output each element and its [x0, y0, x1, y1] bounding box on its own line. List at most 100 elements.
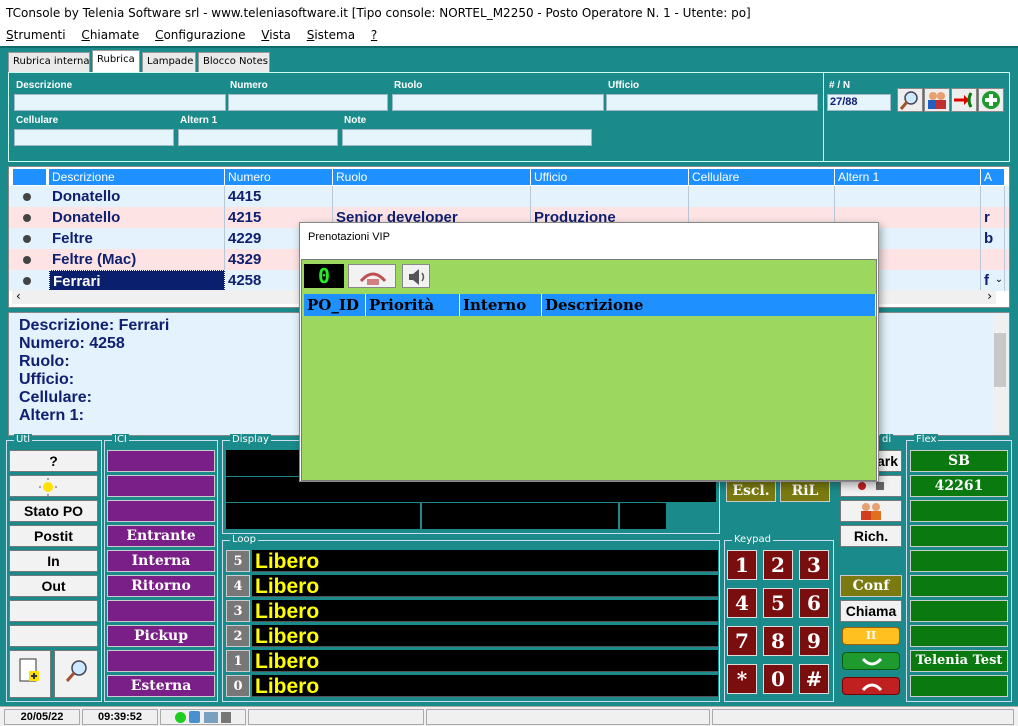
tab-rubrica-interna[interactable]: Rubrica interna — [8, 52, 90, 72]
vip-header-descrizione[interactable]: Descrizione — [542, 294, 876, 316]
search-descrizione-input[interactable] — [14, 94, 226, 111]
search-note-input[interactable] — [342, 129, 592, 146]
scroll-left-icon[interactable]: ‹ — [16, 289, 21, 303]
table-header-ruolo[interactable]: Ruolo — [333, 169, 531, 185]
search-cellulare-input[interactable] — [14, 129, 174, 146]
conf-button[interactable]: Conf — [840, 575, 902, 597]
ici-button-empty[interactable] — [107, 500, 215, 522]
scroll-right-icon[interactable]: › — [987, 289, 992, 303]
flex-42261-button[interactable]: 42261 — [910, 475, 1008, 497]
entrante-button[interactable]: Entrante — [107, 525, 215, 547]
vip-header-priorita[interactable]: Priorità — [366, 294, 460, 316]
loop-status[interactable]: Libero — [252, 550, 718, 573]
details-scrollbar[interactable] — [993, 315, 1007, 433]
table-header-a[interactable]: A — [981, 169, 1005, 185]
key-1[interactable]: 1 — [727, 550, 757, 580]
day-night-button[interactable] — [9, 475, 98, 497]
table-row[interactable]: Donatello 4415 — [9, 186, 1009, 207]
loop-status[interactable]: Libero — [252, 675, 718, 698]
count-value: 27/88 — [827, 94, 891, 111]
loop-status[interactable]: Libero — [252, 650, 718, 673]
tab-blocco-notes[interactable]: Blocco Notes — [198, 52, 270, 72]
hold-button[interactable]: II — [842, 627, 900, 645]
key-6[interactable]: 6 — [799, 588, 829, 618]
key-2[interactable]: 2 — [763, 550, 793, 580]
search-numero-input[interactable] — [228, 94, 388, 111]
key-9[interactable]: 9 — [799, 626, 829, 656]
loop-status[interactable]: Libero — [252, 600, 718, 623]
table-header-numero[interactable]: Numero — [225, 169, 333, 185]
table-header-cellulare[interactable]: Cellulare — [689, 169, 835, 185]
ici-button-empty[interactable] — [107, 600, 215, 622]
stato-po-button[interactable]: Stato PO — [9, 500, 98, 522]
table-header-altern1[interactable]: Altern 1 — [835, 169, 981, 185]
out-button[interactable]: Out — [9, 575, 98, 597]
flex-empty-button[interactable] — [910, 500, 1008, 522]
esterna-button[interactable]: Esterna — [107, 675, 215, 697]
add-contact-icon[interactable] — [978, 88, 1004, 112]
interna-button[interactable]: Interna — [107, 550, 215, 572]
menu-sistema[interactable]: Sistema — [301, 26, 361, 44]
vip-header-interno[interactable]: Interno — [460, 294, 542, 316]
search-ruolo-input[interactable] — [392, 94, 604, 111]
loop-status[interactable]: Libero — [252, 575, 718, 598]
menu-chiamate[interactable]: Chiamate — [75, 26, 145, 44]
key-hash[interactable]: # — [799, 664, 829, 694]
menu-vista[interactable]: Vista — [255, 26, 297, 44]
help-button[interactable]: ? — [9, 450, 98, 472]
search-icon[interactable] — [54, 650, 98, 698]
flex-empty-button[interactable] — [910, 625, 1008, 647]
label-cellulare: Cellulare — [16, 115, 59, 126]
answer-call-icon[interactable] — [842, 652, 900, 670]
menu-help[interactable]: ? — [365, 26, 383, 44]
ritorno-button[interactable]: Ritorno — [107, 575, 215, 597]
utl-empty-button[interactable] — [9, 625, 98, 647]
key-7[interactable]: 7 — [727, 626, 757, 656]
phone-icon[interactable] — [348, 264, 396, 288]
loop-status[interactable]: Libero — [252, 625, 718, 648]
ici-button-empty[interactable] — [107, 475, 215, 497]
flex-empty-button[interactable] — [910, 525, 1008, 547]
key-8[interactable]: 8 — [763, 626, 793, 656]
vip-header-po-id[interactable]: PO_ID — [304, 294, 366, 316]
key-4[interactable]: 4 — [727, 588, 757, 618]
users-icon[interactable] — [840, 500, 902, 522]
hangup-call-icon[interactable] — [842, 677, 900, 695]
key-star[interactable]: * — [727, 664, 757, 694]
flex-sb-button[interactable]: SB — [910, 450, 1008, 472]
escl-button[interactable]: Escl. — [726, 480, 776, 502]
menu-configurazione[interactable]: Configurazione — [149, 26, 251, 44]
menu-strumenti[interactable]: Strumenti — [0, 26, 72, 44]
rich-button[interactable]: Rich. — [840, 525, 902, 547]
ici-button-empty[interactable] — [107, 650, 215, 672]
search-icon[interactable] — [897, 88, 923, 112]
flex-empty-button[interactable] — [910, 675, 1008, 697]
label-note: Note — [344, 115, 367, 126]
pickup-button[interactable]: Pickup — [107, 625, 215, 647]
flex-telenia-test-button[interactable]: Telenia Test — [910, 650, 1008, 672]
postit-button[interactable]: Postit — [9, 525, 98, 547]
contacts-icon[interactable] — [924, 88, 950, 112]
flex-empty-button[interactable] — [910, 575, 1008, 597]
tab-lampade[interactable]: Lampade — [142, 52, 196, 72]
ril-button[interactable]: RiL — [780, 480, 830, 502]
utl-empty-button[interactable] — [9, 600, 98, 622]
search-ufficio-input[interactable] — [606, 94, 818, 111]
table-header-ufficio[interactable]: Ufficio — [531, 169, 689, 185]
ici-button-empty[interactable] — [107, 450, 215, 472]
speaker-icon[interactable] — [402, 264, 430, 288]
in-button[interactable]: In — [9, 550, 98, 572]
key-5[interactable]: 5 — [763, 588, 793, 618]
flex-empty-button[interactable] — [910, 600, 1008, 622]
chiama-button[interactable]: Chiama — [840, 600, 902, 622]
search-altern1-input[interactable] — [178, 129, 338, 146]
transfer-call-icon[interactable] — [951, 88, 977, 112]
key-3[interactable]: 3 — [799, 550, 829, 580]
table-header-descrizione[interactable]: Descrizione — [49, 169, 225, 185]
key-0[interactable]: 0 — [763, 664, 793, 694]
tab-rubrica[interactable]: Rubrica — [92, 50, 140, 72]
new-note-icon[interactable] — [9, 650, 51, 698]
label-ruolo: Ruolo — [394, 80, 423, 91]
flex-empty-button[interactable] — [910, 550, 1008, 572]
chevron-down-icon[interactable]: ⌄ — [992, 274, 1006, 288]
